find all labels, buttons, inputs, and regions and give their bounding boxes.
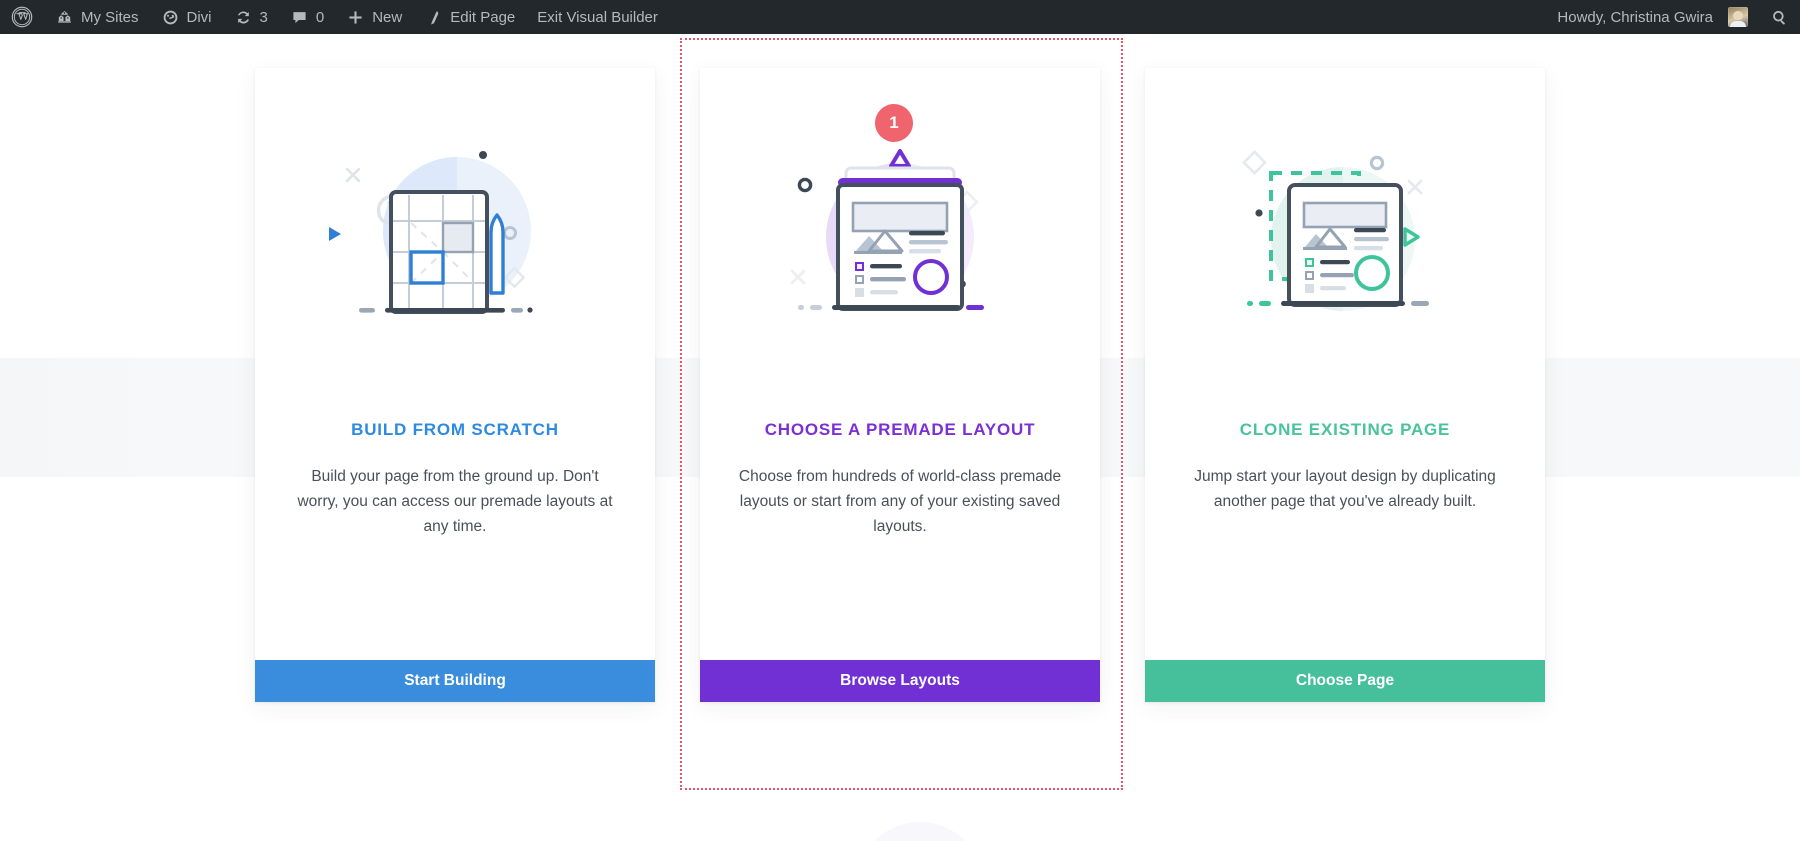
adminbar-item-howdy[interactable]: Howdy, Christina Gwira xyxy=(1546,0,1759,34)
avatar xyxy=(1728,7,1748,27)
card-title: CLONE EXISTING PAGE xyxy=(1239,420,1451,439)
search-icon xyxy=(1770,8,1789,27)
adminbar-item-updates[interactable]: 3 xyxy=(223,0,279,34)
adminbar-label-divi: Divi xyxy=(186,8,212,26)
card-build-from-scratch[interactable]: BUILD FROM SCRATCH Build your page from … xyxy=(255,68,655,702)
adminbar-label-updates-count: 3 xyxy=(259,8,268,26)
wp-admin-bar: My Sites Divi 3 0 New Edit Page Exit Vis… xyxy=(0,0,1800,34)
adminbar-label-exit-visual-builder: Exit Visual Builder xyxy=(537,8,658,26)
adminbar-label-my-sites: My Sites xyxy=(81,8,139,26)
page-canvas: BUILD FROM SCRATCH Build your page from … xyxy=(0,34,1800,841)
adminbar-item-exit-visual-builder[interactable]: Exit Visual Builder xyxy=(526,0,669,34)
adminbar-right-group: Howdy, Christina Gwira xyxy=(1546,0,1800,34)
clone-page-dashed-selection-illustration xyxy=(1145,68,1545,398)
card-description: Choose from hundreds of world-class prem… xyxy=(738,468,1062,535)
card-spacer xyxy=(1145,514,1545,660)
tour-step-badge[interactable]: 1 xyxy=(875,104,913,142)
adminbar-item-search[interactable] xyxy=(1759,0,1800,34)
card-spacer xyxy=(255,539,655,660)
adminbar-item-my-sites[interactable]: My Sites xyxy=(44,0,150,34)
card-description: Build your page from the ground up. Don'… xyxy=(297,468,613,535)
adminbar-item-divi[interactable]: Divi xyxy=(150,0,223,34)
choose-page-button[interactable]: Choose Page xyxy=(1145,660,1545,702)
adminbar-item-edit-page[interactable]: Edit Page xyxy=(413,0,526,34)
start-building-button[interactable]: Start Building xyxy=(255,660,655,702)
adminbar-item-new[interactable]: New xyxy=(335,0,413,34)
updates-icon xyxy=(234,8,253,27)
blueprint-grid-illustration xyxy=(255,68,655,398)
page-creation-cards: BUILD FROM SCRATCH Build your page from … xyxy=(0,34,1800,841)
adminbar-label-new: New xyxy=(372,8,403,26)
wordpress-logo-icon xyxy=(11,6,33,28)
howdy-label: Howdy, Christina Gwira xyxy=(1557,8,1713,26)
card-choose-a-premade-layout[interactable]: CHOOSE A PREMADE LAYOUT Choose from hund… xyxy=(700,68,1100,702)
pencil-icon xyxy=(424,8,443,27)
card-title: BUILD FROM SCRATCH xyxy=(351,420,559,439)
browse-layouts-button[interactable]: Browse Layouts xyxy=(700,660,1100,702)
adminbar-item-wp-logo[interactable] xyxy=(0,0,44,34)
adminbar-label-comments-count: 0 xyxy=(315,8,325,26)
divi-speedometer-icon xyxy=(161,8,180,27)
adminbar-label-edit-page: Edit Page xyxy=(450,8,516,26)
my-sites-icon xyxy=(55,8,74,27)
adminbar-item-comments[interactable]: 0 xyxy=(279,0,335,34)
card-spacer xyxy=(700,539,1100,660)
card-clone-existing-page[interactable]: CLONE EXISTING PAGE Jump start your layo… xyxy=(1145,68,1545,702)
card-description: Jump start your layout design by duplica… xyxy=(1194,468,1496,510)
comment-bubble-icon xyxy=(290,8,309,27)
plus-icon xyxy=(346,8,365,27)
card-title: CHOOSE A PREMADE LAYOUT xyxy=(764,420,1036,439)
